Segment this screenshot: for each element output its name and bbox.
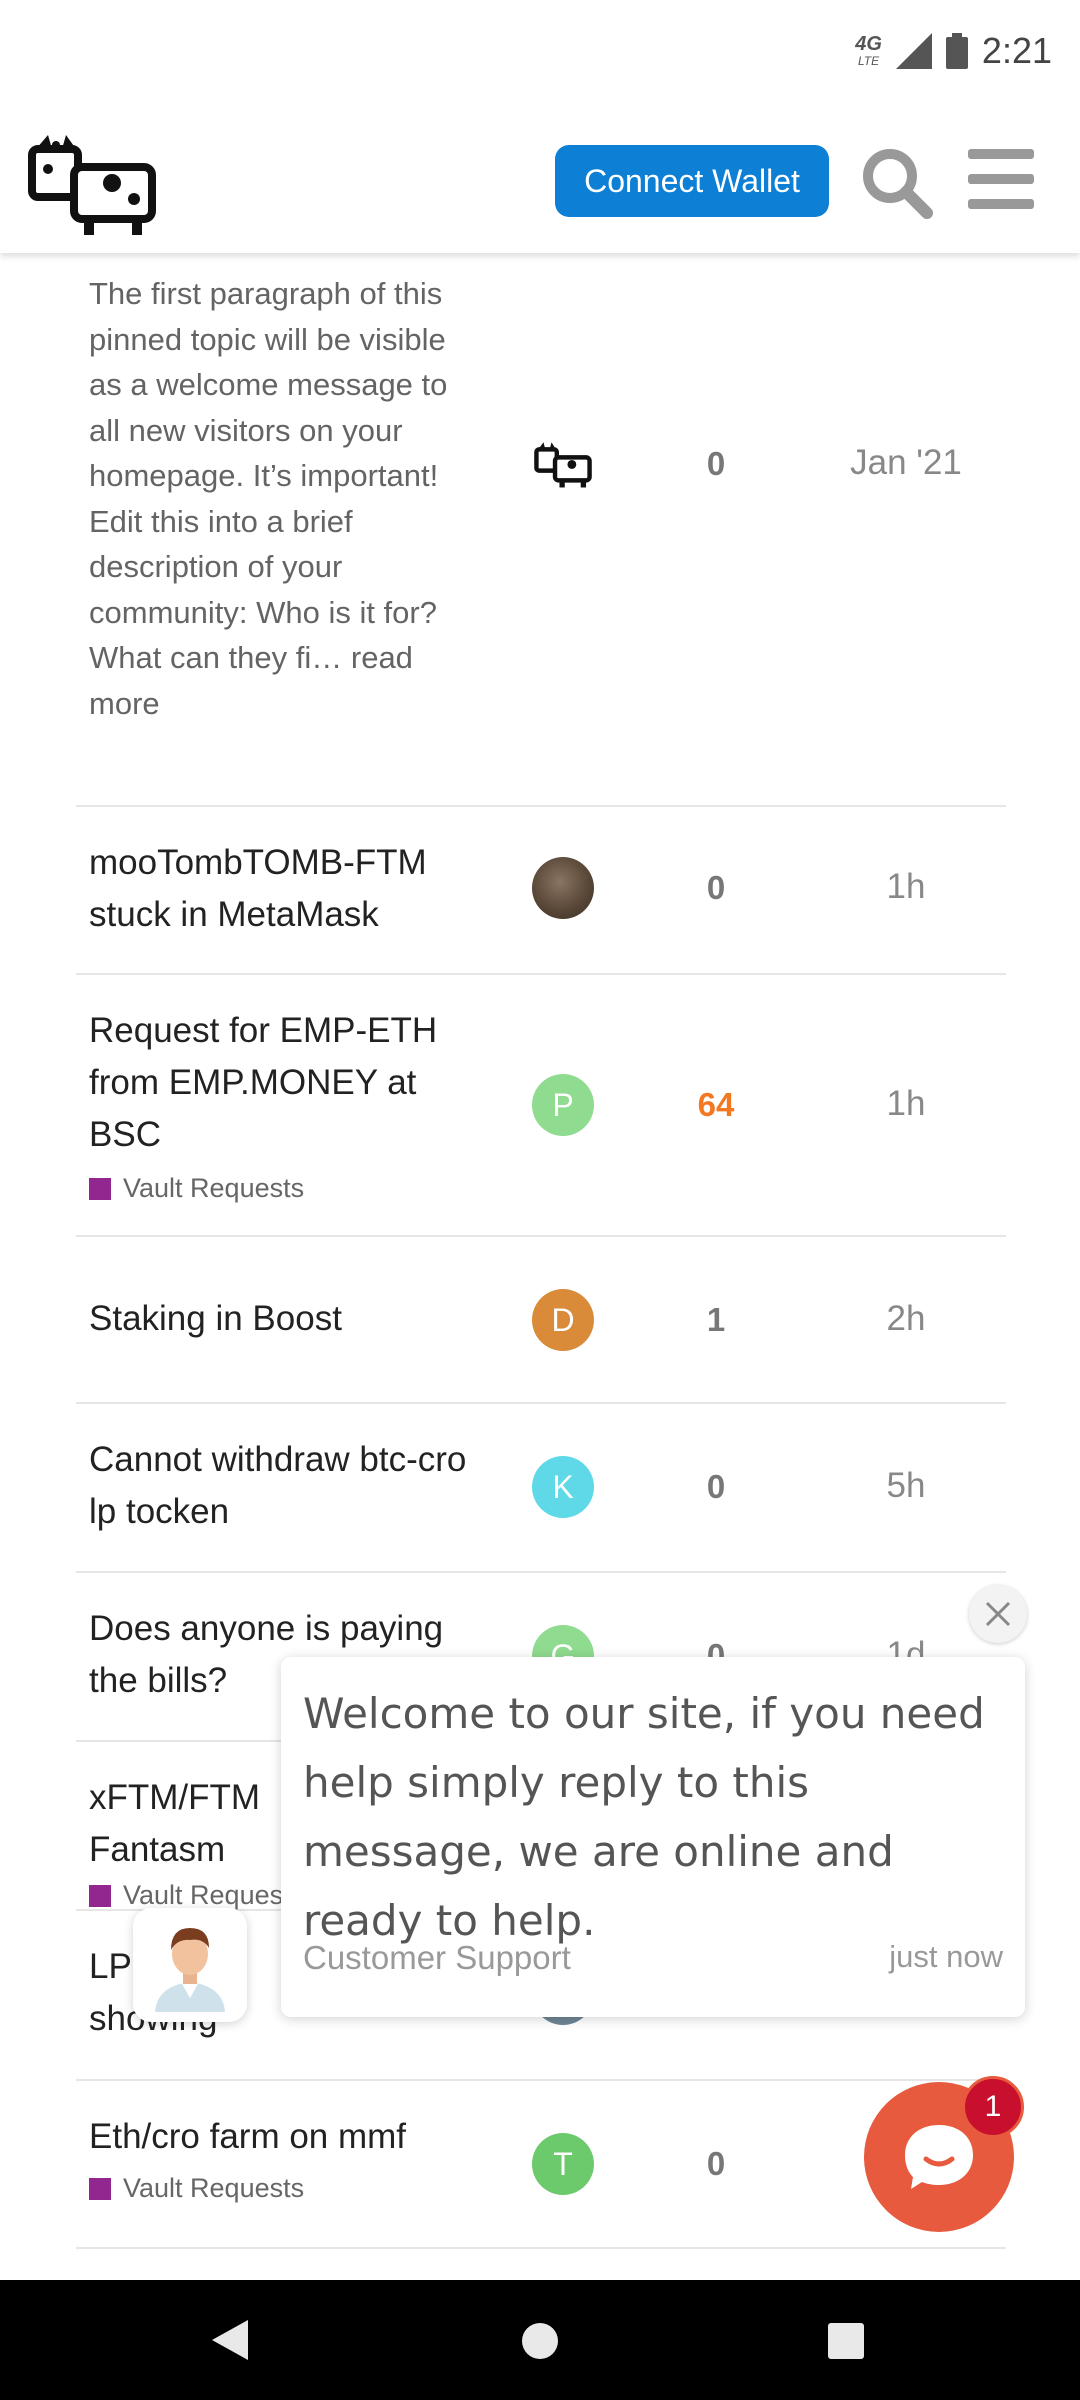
avatar[interactable]: P — [532, 1074, 594, 1136]
close-icon — [985, 1601, 1011, 1627]
topic-row[interactable]: Staking in Boost D 1 2h — [76, 1237, 1006, 1404]
activity-time: 5h — [886, 1466, 926, 1505]
category-color-swatch — [89, 1177, 111, 1200]
back-icon[interactable] — [210, 2318, 250, 2362]
reply-count: 0 — [706, 1468, 726, 1505]
search-icon[interactable] — [857, 143, 937, 223]
unread-badge: 1 — [962, 2076, 1024, 2138]
avatar[interactable]: T — [532, 2133, 594, 2195]
reply-count: 1 — [706, 1301, 726, 1338]
chat-timestamp: just now — [889, 1939, 1003, 1974]
network-indicator: 4G LTE — [855, 33, 882, 68]
hamburger-menu-icon[interactable] — [968, 149, 1034, 209]
avatar[interactable] — [532, 857, 594, 919]
activity-time: 1h — [886, 867, 926, 906]
reply-count: 0 — [706, 2145, 726, 2182]
avatar[interactable]: D — [532, 1289, 594, 1351]
topic-title[interactable]: mooTombTOMB-FTM stuck in MetaMask — [89, 837, 489, 941]
reply-count: 0 — [706, 869, 726, 906]
topic-row-pinned[interactable]: The first paragraph of this pinned topic… — [76, 253, 1006, 807]
reply-count: 0 — [706, 445, 726, 482]
category-badge[interactable]: Vault Requests — [89, 1173, 304, 1204]
connect-wallet-button[interactable]: Connect Wallet — [555, 145, 829, 217]
topic-title[interactable]: Eth/cro farm on mmf — [89, 2111, 489, 2163]
activity-time: Jan '21 — [850, 443, 962, 482]
signal-icon — [895, 33, 932, 69]
chat-close-button[interactable] — [969, 1585, 1027, 1643]
category-badge[interactable]: Vault Requests — [89, 2173, 304, 2204]
chat-message-text: Welcome to our site, if you need help si… — [303, 1689, 985, 1945]
avatar[interactable] — [532, 433, 594, 495]
topic-row[interactable]: mooTombTOMB-FTM stuck in MetaMask 0 1h — [76, 807, 1006, 975]
support-agent-avatar — [133, 1908, 247, 2022]
clock: 2:21 — [981, 30, 1052, 71]
topic-row[interactable]: Request for EMP-ETH from EMP.MONEY at BS… — [76, 975, 1006, 1237]
activity-time: 2h — [886, 1299, 926, 1338]
site-header: Connect Wallet — [0, 115, 1080, 253]
reply-count: 64 — [697, 1086, 735, 1123]
topic-title[interactable]: Staking in Boost — [89, 1293, 489, 1345]
topic-title[interactable]: Request for EMP-ETH from EMP.MONEY at BS… — [89, 1005, 489, 1161]
battery-icon — [945, 33, 968, 69]
category-color-swatch — [89, 1884, 111, 1907]
home-icon[interactable] — [522, 2323, 558, 2359]
cow-logo[interactable] — [22, 127, 162, 237]
chat-sender: Customer Support — [303, 1939, 571, 1976]
chat-bubble-icon — [905, 2125, 973, 2189]
topic-excerpt: The first paragraph of this pinned topic… — [89, 276, 448, 721]
recent-apps-icon[interactable] — [828, 2323, 864, 2359]
topic-row[interactable]: Cannot withdraw btc-cro lp tocken K 0 5h — [76, 1404, 1006, 1573]
topic-title[interactable]: Cannot withdraw btc-cro lp tocken — [89, 1434, 489, 1538]
avatar[interactable]: K — [532, 1456, 594, 1518]
system-nav-bar — [0, 2280, 1080, 2400]
status-bar: 4G LTE 2:21 — [0, 0, 1080, 115]
category-badge[interactable]: Vault Reques — [89, 1880, 283, 1911]
activity-time: 1h — [886, 1084, 926, 1123]
category-color-swatch — [89, 2177, 111, 2200]
chat-message-popup[interactable]: Welcome to our site, if you need help si… — [281, 1657, 1025, 2017]
